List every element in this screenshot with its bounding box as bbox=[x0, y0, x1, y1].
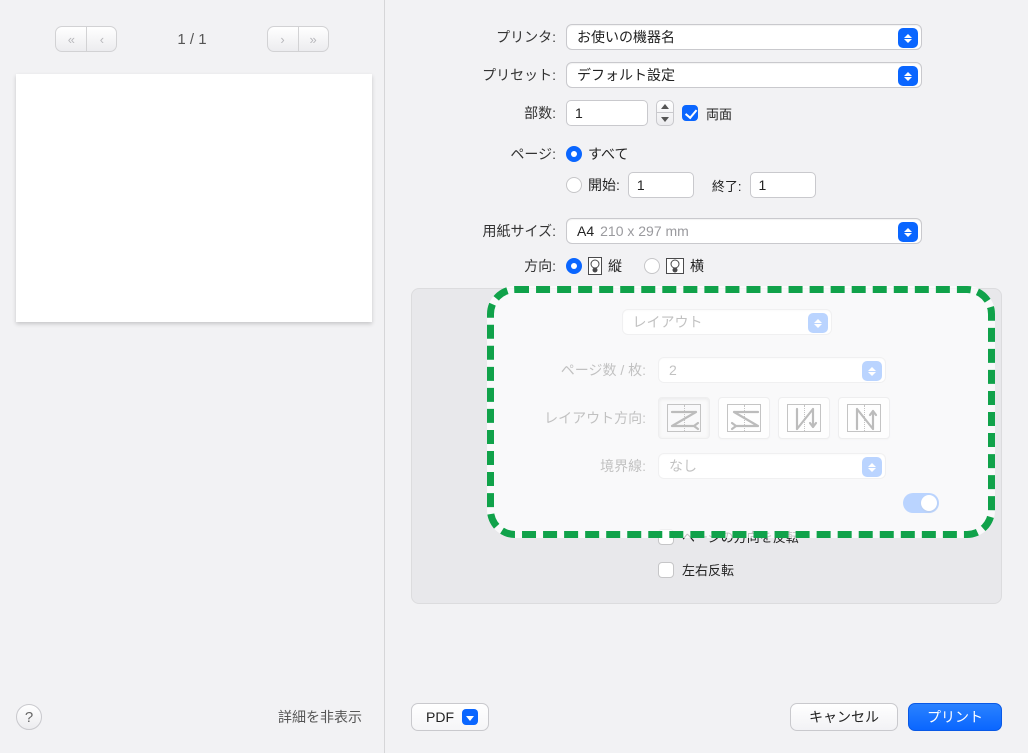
preview-page bbox=[16, 74, 372, 322]
section-select[interactable]: レイアウト bbox=[622, 309, 832, 335]
nav-first-button[interactable]: « bbox=[56, 27, 86, 51]
printer-select[interactable]: お使いの機器名 bbox=[566, 24, 922, 50]
nav-first-prev-group: « ‹ bbox=[55, 26, 117, 52]
nav-next-button[interactable]: › bbox=[268, 27, 298, 51]
preset-label: プリセット: bbox=[411, 65, 566, 85]
popup-arrows-icon bbox=[898, 222, 918, 242]
border-value: なし bbox=[669, 456, 697, 476]
popup-arrows-icon bbox=[898, 28, 918, 48]
nav-prev-button[interactable]: ‹ bbox=[86, 27, 116, 51]
print-button[interactable]: プリント bbox=[908, 703, 1002, 731]
pages-per-sheet-select[interactable]: 2 bbox=[658, 357, 886, 383]
pages-range-radio[interactable] bbox=[566, 177, 582, 193]
orientation-landscape-radio[interactable] bbox=[644, 258, 660, 274]
layout-dir-4-button[interactable] bbox=[838, 397, 890, 439]
pages-all-radio[interactable] bbox=[566, 146, 582, 162]
toggle-details-button[interactable]: 詳細を非表示 bbox=[272, 703, 368, 731]
copies-label: 部数: bbox=[411, 103, 566, 123]
border-label: 境界線: bbox=[438, 456, 658, 476]
pages-to-label: 終了: bbox=[712, 176, 742, 195]
orientation-label: 方向: bbox=[411, 256, 566, 276]
printer-value: お使いの機器名 bbox=[577, 27, 675, 47]
copies-stepper[interactable] bbox=[656, 100, 674, 126]
popup-arrows-icon bbox=[808, 313, 828, 333]
preset-value: デフォルト設定 bbox=[577, 65, 675, 85]
preset-select[interactable]: デフォルト設定 bbox=[566, 62, 922, 88]
nav-next-last-group: › » bbox=[267, 26, 329, 52]
paper-size-dim: 210 x 297 mm bbox=[600, 223, 689, 239]
layout-panel: レイアウト ページ数 / 枚: 2 レイアウト方向: bbox=[411, 288, 1002, 604]
printer-label: プリンタ: bbox=[411, 27, 566, 47]
layout-direction-group bbox=[658, 397, 890, 439]
orientation-landscape-label: 横 bbox=[690, 256, 704, 276]
two-sided-toggle[interactable] bbox=[903, 493, 939, 513]
preview-pane: « ‹ 1 / 1 › » ? 詳細を非表示 bbox=[0, 0, 385, 753]
copies-input[interactable]: 1 bbox=[566, 100, 648, 126]
flip-horizontal-checkbox[interactable] bbox=[658, 562, 674, 578]
paper-size-value: A4 bbox=[577, 223, 594, 239]
pages-per-sheet-value: 2 bbox=[669, 362, 677, 378]
layout-dir-2-button[interactable] bbox=[718, 397, 770, 439]
orientation-portrait-label: 縦 bbox=[608, 256, 622, 276]
reverse-orientation-label: ページの方向を反転 bbox=[682, 527, 799, 546]
bottom-bar: PDF キャンセル プリント bbox=[411, 703, 1002, 731]
landscape-icon bbox=[666, 258, 684, 274]
portrait-icon bbox=[588, 257, 602, 275]
chevron-down-icon bbox=[462, 709, 478, 725]
pdf-label: PDF bbox=[426, 709, 454, 725]
orientation-portrait-radio[interactable] bbox=[566, 258, 582, 274]
popup-arrows-icon bbox=[862, 457, 882, 477]
pages-to-input[interactable]: 1 bbox=[750, 172, 816, 198]
left-bottom-bar: ? 詳細を非表示 bbox=[16, 703, 368, 731]
print-dialog: « ‹ 1 / 1 › » ? 詳細を非表示 プリンタ: お使いの機器名 bbox=[0, 0, 1028, 753]
two-sided-checkbox[interactable] bbox=[682, 105, 698, 121]
pdf-button[interactable]: PDF bbox=[411, 703, 489, 731]
reverse-orientation-checkbox[interactable] bbox=[658, 529, 674, 545]
pages-all-label: すべて bbox=[588, 144, 628, 164]
paper-size-label: 用紙サイズ: bbox=[411, 221, 566, 241]
pages-from-input[interactable]: 1 bbox=[628, 172, 694, 198]
pages-label: ページ: bbox=[411, 144, 566, 164]
layout-dir-3-button[interactable] bbox=[778, 397, 830, 439]
pages-from-label: 開始: bbox=[588, 175, 620, 195]
flip-horizontal-label: 左右反転 bbox=[682, 560, 734, 579]
two-sided-label: 両面 bbox=[706, 104, 732, 123]
help-button[interactable]: ? bbox=[16, 704, 42, 730]
preview-nav: « ‹ 1 / 1 › » bbox=[16, 26, 368, 52]
page-counter: 1 / 1 bbox=[177, 31, 206, 48]
layout-dir-1-button[interactable] bbox=[658, 397, 710, 439]
popup-arrows-icon bbox=[898, 66, 918, 86]
cancel-button[interactable]: キャンセル bbox=[790, 703, 898, 731]
section-value: レイアウト bbox=[633, 312, 703, 332]
settings-pane: プリンタ: お使いの機器名 プリセット: デフォルト設定 部数: 1 bbox=[385, 0, 1028, 753]
pages-per-sheet-label: ページ数 / 枚: bbox=[438, 360, 658, 380]
nav-last-button[interactable]: » bbox=[298, 27, 328, 51]
border-select[interactable]: なし bbox=[658, 453, 886, 479]
paper-size-select[interactable]: A4 210 x 297 mm bbox=[566, 218, 922, 244]
popup-arrows-icon bbox=[862, 361, 882, 381]
layout-direction-label: レイアウト方向: bbox=[438, 408, 658, 428]
